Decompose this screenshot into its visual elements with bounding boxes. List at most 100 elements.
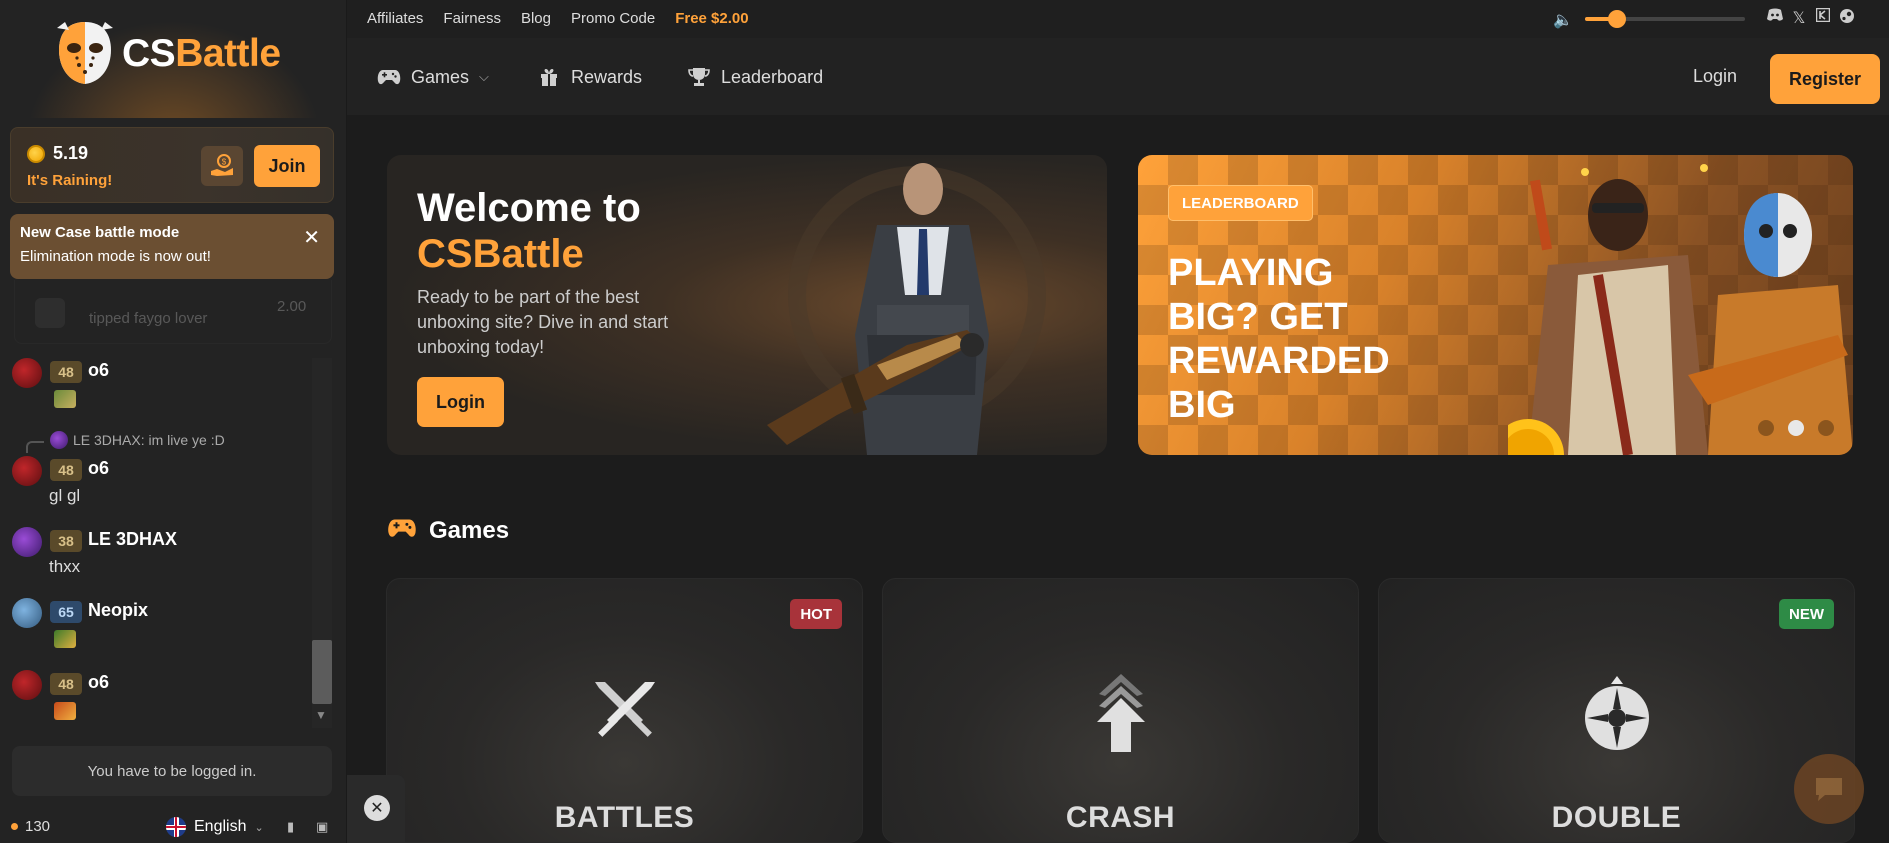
rain-amount: 5.19 bbox=[27, 143, 88, 164]
tip-message: tipped faygo lover 2.00 bbox=[14, 280, 332, 344]
hand-coin-icon: $ bbox=[211, 154, 233, 176]
login-required-notice[interactable]: You have to be logged in. bbox=[12, 746, 332, 796]
x-twitter-icon[interactable]: 𝕏 bbox=[1789, 8, 1809, 28]
app: CSBattle 5.19 It's Raining! $ Join New C… bbox=[0, 0, 1889, 843]
chevron-down-icon[interactable]: ▼ bbox=[315, 708, 327, 722]
characters-illustration bbox=[1508, 164, 1853, 455]
leaderboard-banner[interactable]: LEADERBOARD PLAYING BIG? GET REWARDED BI… bbox=[1138, 155, 1853, 455]
hockey-mask-icon bbox=[57, 22, 113, 84]
username[interactable]: LE 3DHAX bbox=[88, 529, 177, 550]
leaderboard-badge: LEADERBOARD bbox=[1168, 185, 1313, 221]
game-card-crash[interactable]: CRASH bbox=[882, 578, 1359, 843]
username[interactable]: o6 bbox=[88, 672, 109, 693]
trophy-icon bbox=[687, 66, 711, 88]
coin-icon bbox=[27, 144, 45, 163]
blog-link[interactable]: Blog bbox=[521, 10, 551, 27]
level-badge: 48 bbox=[50, 673, 82, 695]
support-chat-button[interactable] bbox=[1794, 754, 1864, 824]
book-icon[interactable]: ▮ bbox=[287, 819, 294, 835]
scrollbar-thumb[interactable] bbox=[312, 640, 332, 704]
roulette-wheel-icon bbox=[1584, 676, 1649, 750]
welcome-title-line1: Welcome to bbox=[417, 186, 641, 230]
new-badge: NEW bbox=[1779, 599, 1834, 629]
message-text: thxx bbox=[49, 557, 81, 576]
kick-icon[interactable] bbox=[1813, 7, 1833, 27]
rain-label: It's Raining! bbox=[27, 172, 113, 189]
online-dot-icon bbox=[11, 823, 18, 830]
chevron-down-icon: ⌄ bbox=[254, 821, 264, 834]
tip-text: tipped faygo lover bbox=[89, 310, 208, 327]
username[interactable]: Neopix bbox=[88, 600, 148, 621]
notice-body: Elimination mode is now out! bbox=[20, 248, 211, 265]
volume-knob[interactable] bbox=[1608, 10, 1626, 28]
uk-flag-icon bbox=[166, 817, 186, 837]
language-selector[interactable]: English ⌄ bbox=[166, 817, 264, 837]
nav-leaderboard[interactable]: Leaderboard bbox=[687, 66, 823, 88]
logo-text: CSBattle bbox=[122, 32, 281, 75]
rain-panel: 5.19 It's Raining! $ Join bbox=[10, 127, 334, 203]
online-count: 130 bbox=[11, 818, 50, 835]
avatar[interactable] bbox=[12, 358, 42, 388]
sticker-icon bbox=[54, 390, 76, 408]
carousel-dot[interactable] bbox=[1758, 420, 1774, 436]
tip-rain-button[interactable]: $ bbox=[201, 146, 243, 186]
chat-message: 48 o6 gl gl bbox=[12, 456, 302, 516]
username[interactable]: o6 bbox=[88, 458, 109, 479]
chat-message: 48 o6 bbox=[12, 358, 302, 416]
sticker-icon bbox=[54, 630, 76, 648]
join-rain-button[interactable]: Join bbox=[254, 145, 320, 187]
top-bar: Affiliates Fairness Blog Promo Code Free… bbox=[347, 0, 1889, 38]
steam-icon[interactable] bbox=[1837, 8, 1857, 29]
announcement-notice: New Case battle mode Elimination mode is… bbox=[10, 214, 334, 279]
avatar[interactable] bbox=[12, 670, 42, 700]
promo-code-link[interactable]: Promo Code bbox=[571, 10, 655, 27]
fairness-link[interactable]: Fairness bbox=[443, 10, 501, 27]
avatar[interactable] bbox=[12, 456, 42, 486]
avatar[interactable] bbox=[12, 527, 42, 557]
tip-value: 2.00 bbox=[277, 298, 307, 315]
discord-icon[interactable] bbox=[1765, 8, 1785, 27]
game-title: DOUBLE bbox=[1551, 801, 1682, 834]
logo[interactable]: CSBattle bbox=[0, 0, 347, 118]
game-card-battles[interactable]: HOT BATTLES bbox=[386, 578, 863, 843]
username[interactable]: o6 bbox=[88, 360, 109, 381]
chat-message: 38 LE 3DHAX thxx bbox=[12, 527, 302, 587]
avatar[interactable] bbox=[12, 598, 42, 628]
gift-icon[interactable]: ▣ bbox=[316, 819, 328, 835]
chat-message: 48 o6 bbox=[12, 670, 302, 730]
carousel-dot[interactable] bbox=[1818, 420, 1834, 436]
message-text: gl gl bbox=[49, 486, 81, 505]
welcome-title-line2: CSBattle bbox=[417, 232, 584, 276]
chat-bubble-icon bbox=[1816, 778, 1842, 801]
close-icon[interactable]: ✕ bbox=[303, 228, 320, 248]
collapse-chat-button[interactable]: ✕ bbox=[347, 775, 405, 843]
avatar bbox=[50, 431, 68, 449]
sidebar: CSBattle 5.19 It's Raining! $ Join New C… bbox=[0, 0, 347, 843]
welcome-subtitle: Ready to be part of the best unboxing si… bbox=[417, 287, 669, 357]
notice-title: New Case battle mode bbox=[20, 224, 180, 241]
nav-games[interactable]: Games ⌵ bbox=[377, 66, 489, 88]
svg-text:$: $ bbox=[222, 158, 227, 167]
affiliates-link[interactable]: Affiliates bbox=[367, 10, 423, 27]
chat-message: 65 Neopix bbox=[12, 598, 302, 658]
top-links: Affiliates Fairness Blog Promo Code Free… bbox=[367, 10, 749, 27]
hot-badge: HOT bbox=[790, 599, 842, 629]
free-bonus-link[interactable]: Free $2.00 bbox=[675, 10, 748, 27]
volume-icon[interactable]: 🔈 bbox=[1553, 10, 1573, 30]
welcome-banner[interactable]: Welcome to CSBattle Ready to be part of … bbox=[387, 155, 1107, 455]
carousel-dot[interactable] bbox=[1788, 420, 1804, 436]
tip-icon bbox=[35, 298, 65, 328]
game-card-double[interactable]: NEW DOUBLE bbox=[1378, 578, 1855, 843]
close-icon: ✕ bbox=[364, 795, 390, 821]
hero-login-button[interactable]: Login bbox=[417, 377, 504, 427]
games-section-header: Games bbox=[387, 515, 509, 546]
arrow-up-icon bbox=[1096, 674, 1145, 752]
soldier-illustration bbox=[767, 163, 1046, 455]
level-badge: 38 bbox=[50, 530, 82, 552]
nav-leaderboard-label: Leaderboard bbox=[721, 66, 824, 87]
nav-rewards[interactable]: Rewards bbox=[537, 66, 642, 88]
sidebar-footer: 130 English ⌄ ▮ ▣ bbox=[0, 814, 347, 843]
register-button[interactable]: Register bbox=[1770, 54, 1880, 104]
nav-games-label: Games bbox=[411, 66, 470, 87]
login-link[interactable]: Login bbox=[1693, 66, 1737, 87]
